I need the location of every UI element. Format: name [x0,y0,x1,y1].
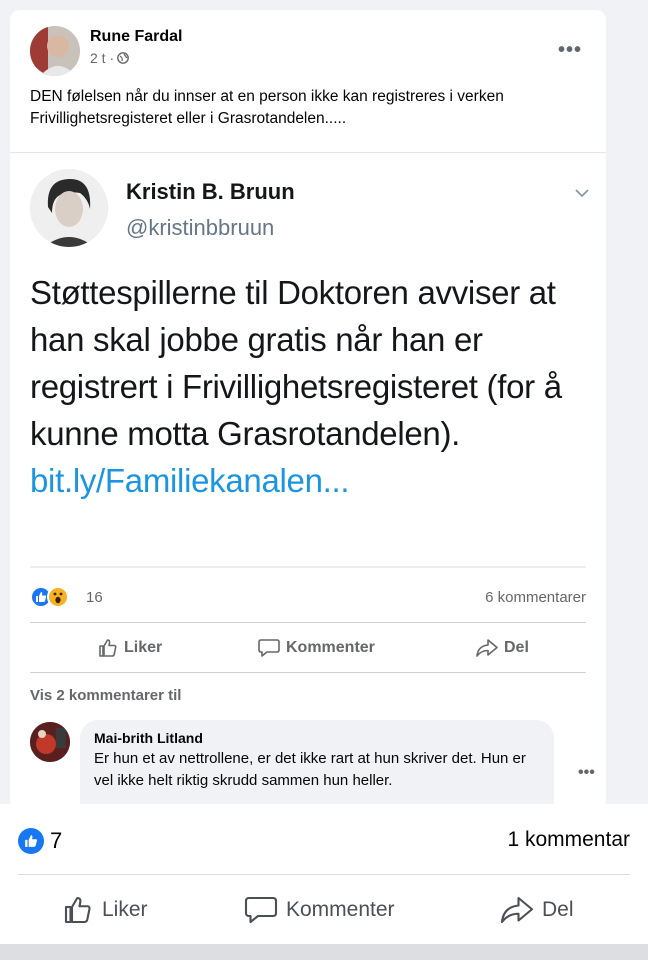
post-time[interactable]: 2 t · [90,50,114,66]
embedded-tweet[interactable]: Kristin B. Bruun @kristinbbruun Støttesp… [10,152,606,570]
outer-comment-label: Kommenter [286,898,395,921]
comment-item: Mai-brith Litland Er hun et av nettrolle… [30,720,600,810]
reaction-count: 16 [86,589,103,606]
tweet-text: Støttespillerne til Doktoren avviser at … [30,269,590,504]
like-label: Liker [124,639,163,656]
outer-comment-count-link[interactable]: 1 kommentar [507,828,630,852]
divider [18,874,630,875]
comment-label: Kommenter [286,639,375,656]
comment-count-link[interactable]: 6 kommentarer [485,589,586,606]
tweet-body: Støttespillerne til Doktoren avviser at … [30,274,562,452]
share-label: Del [504,639,529,656]
post-header: Rune Fardal 2 t · ••• [30,26,586,82]
thumbs-up-icon [64,896,91,924]
outer-post-actions: Liker Kommenter Del [18,888,630,932]
tweet-link[interactable]: bit.ly/Familiekanalen... [30,457,590,504]
tweet-author-avatar[interactable] [30,169,108,247]
post-card: Rune Fardal 2 t · ••• DEN følelsen når d… [10,10,606,810]
author-avatar[interactable] [30,26,80,76]
tweet-author-name[interactable]: Kristin B. Bruun [126,179,295,205]
outer-share-button[interactable]: Del [500,888,574,932]
like-reaction-icon [18,828,44,854]
outer-reaction-count: 7 [50,828,63,853]
outer-like-label: Liker [102,898,148,921]
chevron-down-icon[interactable] [572,183,592,203]
outer-comment-button[interactable]: Kommenter [244,888,395,932]
outer-share-label: Del [542,898,574,921]
author-name[interactable]: Rune Fardal [90,28,182,46]
divider [30,566,586,568]
commenter-name[interactable]: Mai-brith Litland [94,730,540,746]
footer-strip [0,944,648,960]
reaction-summary[interactable]: 16 6 kommentarer [30,582,586,616]
comment-button[interactable]: Kommenter [258,626,375,670]
share-arrow-icon [476,639,498,657]
comment-bubble-icon [244,896,278,924]
view-more-comments-link[interactable]: Vis 2 kommentarer til [30,687,181,704]
share-arrow-icon [500,896,534,924]
post-actions: Liker Kommenter Del [30,626,586,670]
divider [30,672,586,673]
bottom-action-bar: 7 1 kommentar Liker Kommenter Del [0,804,648,944]
share-button[interactable]: Del [476,626,529,670]
comment-options-button[interactable]: ••• [578,764,595,782]
post-text: DEN følelsen når du innser at en person … [30,88,504,127]
reaction-icons [30,586,69,608]
commenter-avatar[interactable] [30,722,70,762]
outer-reaction-summary[interactable]: 7 1 kommentar [18,824,630,856]
like-button[interactable]: Liker [98,626,162,670]
thumbs-up-icon [99,639,117,657]
globe-icon [117,52,130,64]
tweet-author-handle[interactable]: @kristinbbruun [126,215,274,241]
post-meta: 2 t · [90,50,130,66]
comment-bubble-icon [258,639,280,657]
comment-bubble: Mai-brith Litland Er hun et av nettrolle… [80,720,554,810]
post-options-button[interactable]: ••• [558,40,582,60]
wow-reaction-icon [47,586,69,608]
comment-text: Er hun et av nettrollene, er det ikke ra… [94,750,526,789]
divider [30,622,586,623]
outer-like-button[interactable]: Liker [62,888,148,932]
